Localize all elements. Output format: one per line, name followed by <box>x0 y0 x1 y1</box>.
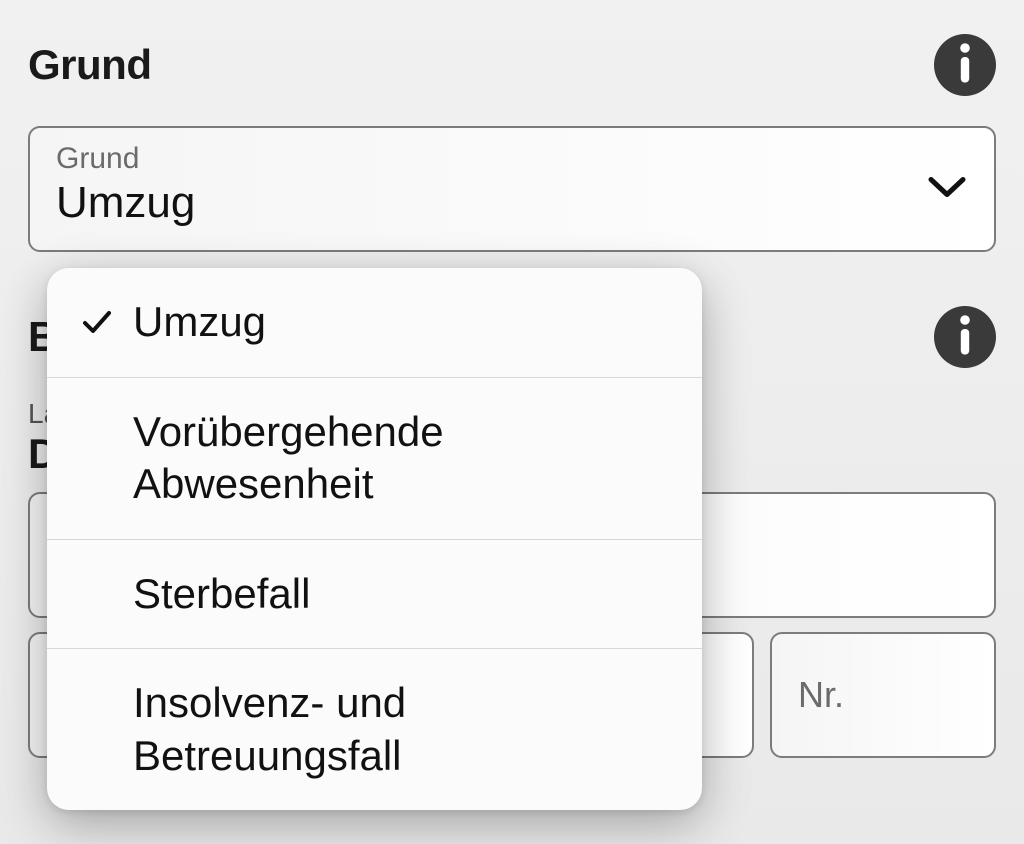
grund-select[interactable]: Grund Umzug <box>28 126 996 252</box>
dropdown-option-label: Sterbefall <box>125 568 310 621</box>
dropdown-option-voruebergehende-abwesenheit[interactable]: Vorübergehende Abwesenheit <box>47 378 702 540</box>
info-icon <box>956 42 974 89</box>
grund-select-label: Grund <box>56 142 968 176</box>
grund-dropdown: Umzug Vorübergehende Abwesenheit Sterbef… <box>47 268 702 810</box>
grund-title: Grund <box>28 41 151 89</box>
info-icon <box>956 314 974 361</box>
dropdown-option-label: Insolvenz- und Betreuungsfall <box>125 677 676 782</box>
dropdown-option-label: Vorübergehende Abwesenheit <box>125 406 676 511</box>
dropdown-option-umzug[interactable]: Umzug <box>47 268 702 378</box>
grund-select-value: Umzug <box>56 178 968 228</box>
dropdown-option-label: Umzug <box>125 296 266 349</box>
grund-section-header: Grund <box>28 34 996 96</box>
info-button-grund[interactable] <box>934 34 996 96</box>
info-button-section2[interactable] <box>934 306 996 368</box>
nr-placeholder: Nr. <box>798 674 844 716</box>
nr-field[interactable]: Nr. <box>770 632 996 758</box>
dropdown-option-sterbefall[interactable]: Sterbefall <box>47 540 702 650</box>
check-icon <box>69 306 125 338</box>
chevron-down-icon <box>928 175 966 204</box>
dropdown-option-insolvenz-betreuungsfall[interactable]: Insolvenz- und Betreuungsfall <box>47 649 702 810</box>
